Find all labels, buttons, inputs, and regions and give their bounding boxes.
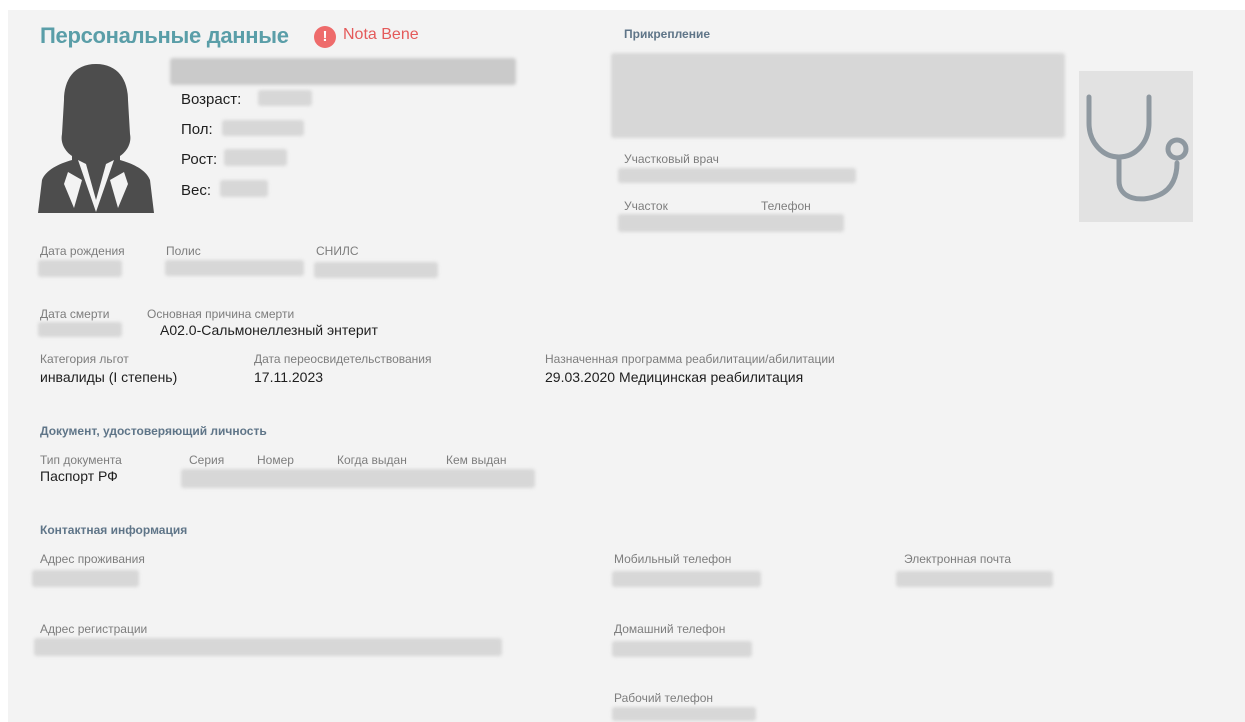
height-label: Рост: — [181, 151, 218, 168]
email-value — [896, 571, 1053, 587]
female-avatar-icon — [38, 60, 154, 213]
document-number-label: Номер — [257, 453, 294, 467]
death-date-value — [38, 322, 122, 337]
registration-address-label: Адрес регистрации — [40, 622, 148, 636]
personal-data-panel: Персональные данные ! Nota Bene Возраст:… — [8, 10, 1245, 722]
work-phone-label: Рабочий телефон — [614, 691, 714, 705]
registration-address-value — [34, 638, 502, 656]
rehab-program-value: 29.03.2020 Медицинская реабилитация — [545, 369, 804, 385]
benefit-category-value: инвалиды (I степень) — [40, 369, 178, 385]
document-section-title: Документ, удостоверяющий личность — [40, 424, 267, 438]
home-phone-value — [612, 641, 752, 657]
policy-value — [165, 260, 304, 276]
age-label: Возраст: — [181, 91, 242, 108]
birth-date-label: Дата рождения — [40, 244, 125, 258]
district-phone-label: Телефон — [761, 199, 811, 213]
height-value — [224, 149, 287, 166]
snils-value — [314, 262, 438, 278]
residence-address-value — [32, 570, 139, 587]
snils-label: СНИЛС — [316, 244, 359, 258]
death-cause-value: A02.0-Сальмонеллезный энтерит — [160, 322, 378, 338]
document-type-label: Тип документа — [40, 453, 122, 467]
residence-address-label: Адрес проживания — [40, 552, 145, 566]
document-series-label: Серия — [189, 453, 225, 467]
sex-label: Пол: — [181, 121, 213, 138]
page-title: Персональные данные — [40, 23, 289, 48]
mobile-phone-value — [612, 571, 761, 587]
patient-name — [170, 58, 516, 85]
weight-value — [220, 180, 268, 197]
document-issued-by-label: Кем выдан — [446, 453, 507, 467]
stethoscope-icon — [1086, 94, 1189, 202]
document-issued-date-label: Когда выдан — [337, 453, 407, 467]
mobile-phone-label: Мобильный телефон — [614, 552, 732, 566]
birth-date-value — [38, 260, 122, 277]
death-cause-label: Основная причина смерти — [147, 307, 295, 321]
work-phone-value — [612, 707, 756, 721]
nota-bene-link[interactable]: Nota Bene — [343, 26, 419, 44]
reexam-date-label: Дата переосвидетельствования — [254, 352, 432, 366]
home-phone-label: Домашний телефон — [614, 622, 726, 636]
reexam-date-value: 17.11.2023 — [254, 369, 324, 385]
benefit-category-label: Категория льгот — [40, 352, 129, 366]
district-doctor-value — [618, 168, 856, 183]
contacts-section-title: Контактная информация — [40, 523, 188, 537]
policy-label: Полис — [166, 244, 201, 258]
attachment-section-title: Прикрепление — [624, 27, 711, 41]
doctor-icon-box — [1079, 71, 1193, 222]
document-details-value — [181, 469, 535, 488]
document-type-value: Паспорт РФ — [40, 468, 118, 484]
death-date-label: Дата смерти — [40, 307, 110, 321]
district-label: Участок — [624, 199, 668, 213]
rehab-program-label: Назначенная программа реабилитации/абили… — [545, 352, 835, 366]
district-doctor-label: Участковый врач — [624, 152, 719, 166]
attachment-clinic-value — [611, 53, 1065, 138]
weight-label: Вес: — [181, 182, 212, 199]
sex-value — [222, 120, 304, 136]
district-values — [618, 214, 844, 232]
age-value — [258, 90, 312, 106]
exclamation-icon[interactable]: ! — [314, 26, 336, 48]
email-label: Электронная почта — [904, 552, 1012, 566]
